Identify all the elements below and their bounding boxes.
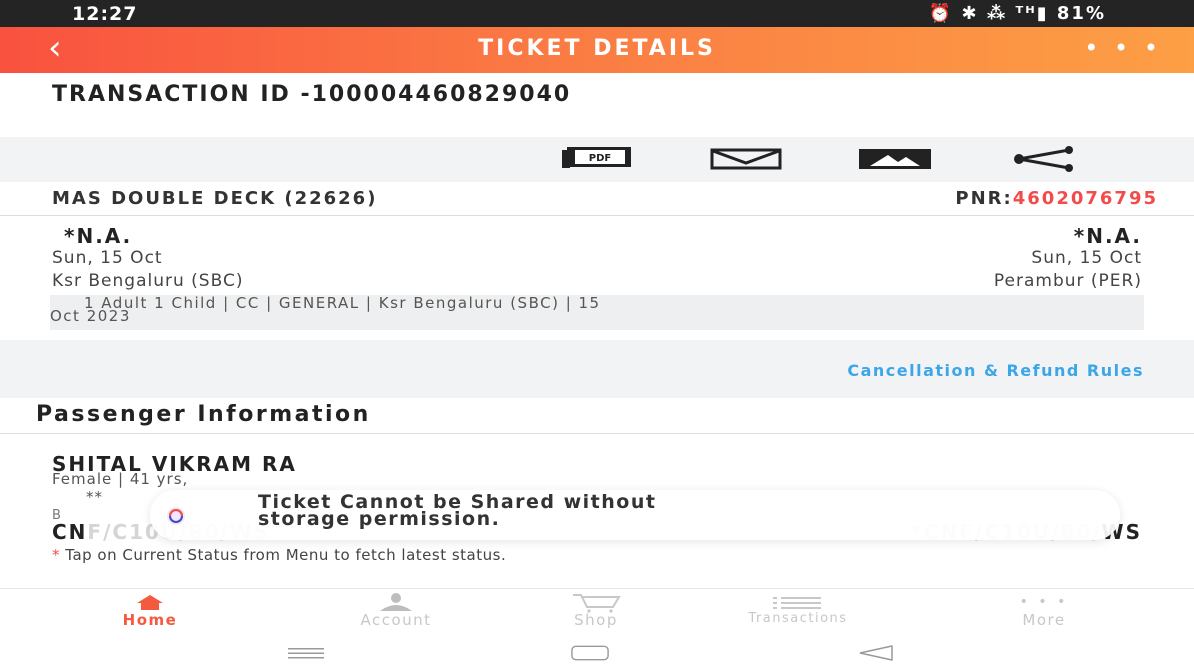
destination-station: Perambur (PER) xyxy=(993,271,1142,291)
recents-icon[interactable] xyxy=(286,642,326,664)
back-button-icon[interactable] xyxy=(856,642,896,664)
list-icon xyxy=(773,597,821,609)
email-icon[interactable] xyxy=(708,143,784,175)
image-icon[interactable] xyxy=(857,143,933,175)
section-divider xyxy=(0,433,1194,434)
transaction-id: TRANSACTION ID -100004460829040 xyxy=(52,82,572,107)
departure-time: *N.A. xyxy=(64,224,133,248)
system-navigation-bar xyxy=(0,636,1194,670)
nav-account-label: Account xyxy=(360,611,432,629)
status-bar: 12:27 ⏰ ✱ ⁂ ᵀᴴ▮ 81% xyxy=(0,0,1194,27)
passenger-section-title: Passenger Information xyxy=(36,402,371,427)
nav-account[interactable]: Account xyxy=(296,591,496,629)
pdf-icon[interactable]: PDF xyxy=(560,143,636,175)
home-button-icon[interactable] xyxy=(570,642,610,664)
nav-home[interactable]: Home xyxy=(50,591,250,629)
note-text: Tap on Current Status from Menu to fetch… xyxy=(60,546,507,564)
booking-summary: 1 Adult 1 Child | CC | GENERAL | Ksr Ben… xyxy=(50,295,1144,330)
pdf-icon-label: PDF xyxy=(589,153,611,164)
origin-station: Ksr Bengaluru (SBC) xyxy=(52,271,244,291)
passenger-sub: ** xyxy=(86,488,103,506)
nav-more[interactable]: • • • More xyxy=(944,591,1144,629)
toast-text: Ticket Cannot be Shared without storage … xyxy=(258,493,978,530)
nav-shop[interactable]: Shop xyxy=(496,591,696,629)
more-dots-icon: • • • xyxy=(1019,594,1069,610)
passenger-gender-age: Female | 41 yrs, xyxy=(52,470,189,488)
toast-line2: storage permission. xyxy=(258,508,501,530)
train-name: MAS DOUBLE DECK (22626) xyxy=(52,188,378,209)
cancellation-refund-link[interactable]: Cancellation & Refund Rules xyxy=(847,361,1144,380)
status-note: * Tap on Current Status from Menu to fet… xyxy=(52,546,506,564)
pnr: PNR:4602076795 xyxy=(955,188,1158,209)
arrival-date: Sun, 15 Oct xyxy=(1031,248,1142,268)
note-star: * xyxy=(52,546,60,564)
train-info-row: MAS DOUBLE DECK (22626) PNR:4602076795 xyxy=(0,182,1194,216)
nav-shop-label: Shop xyxy=(574,611,618,629)
share-icon[interactable] xyxy=(1006,143,1082,175)
ticket-actions-bar: PDF xyxy=(0,137,1194,182)
pnr-label: PNR: xyxy=(955,188,1013,209)
bottom-navigation: Home Account Shop Transactions • • • Mor… xyxy=(0,588,1194,636)
page-title: TICKET DETAILS xyxy=(478,36,716,61)
more-dots-icon[interactable]: • • • xyxy=(1084,34,1162,62)
arrival-time: *N.A. xyxy=(1073,224,1142,248)
departure-date: Sun, 15 Oct xyxy=(52,248,163,268)
status-time: 12:27 xyxy=(72,3,138,25)
nav-home-label: Home xyxy=(122,611,178,629)
refund-bar: Cancellation & Refund Rules xyxy=(0,340,1194,398)
nav-transactions[interactable]: Transactions xyxy=(698,591,898,626)
home-icon xyxy=(137,595,163,610)
transaction-row: TRANSACTION ID -100004460829040 xyxy=(0,73,1194,137)
app-header: ‹ TICKET DETAILS • • • xyxy=(0,27,1194,73)
cart-icon xyxy=(573,594,621,613)
status-indicators: ⏰ ✱ ⁂ ᵀᴴ▮ 81% xyxy=(928,3,1106,24)
booking-status-prefix: CN xyxy=(52,520,88,544)
toast-message: Ticket Cannot be Shared without storage … xyxy=(150,490,1120,540)
booking-summary-line1: 1 Adult 1 Child | CC | GENERAL | Ksr Ben… xyxy=(84,294,601,312)
nav-more-label: More xyxy=(1022,611,1066,629)
journey-details: *N.A. *N.A. Sun, 15 Oct Sun, 15 Oct Ksr … xyxy=(0,217,1194,339)
nav-transactions-label: Transactions xyxy=(748,611,848,626)
app-logo-icon xyxy=(167,507,185,525)
account-icon xyxy=(380,593,412,611)
pnr-value: 4602076795 xyxy=(1012,188,1158,209)
